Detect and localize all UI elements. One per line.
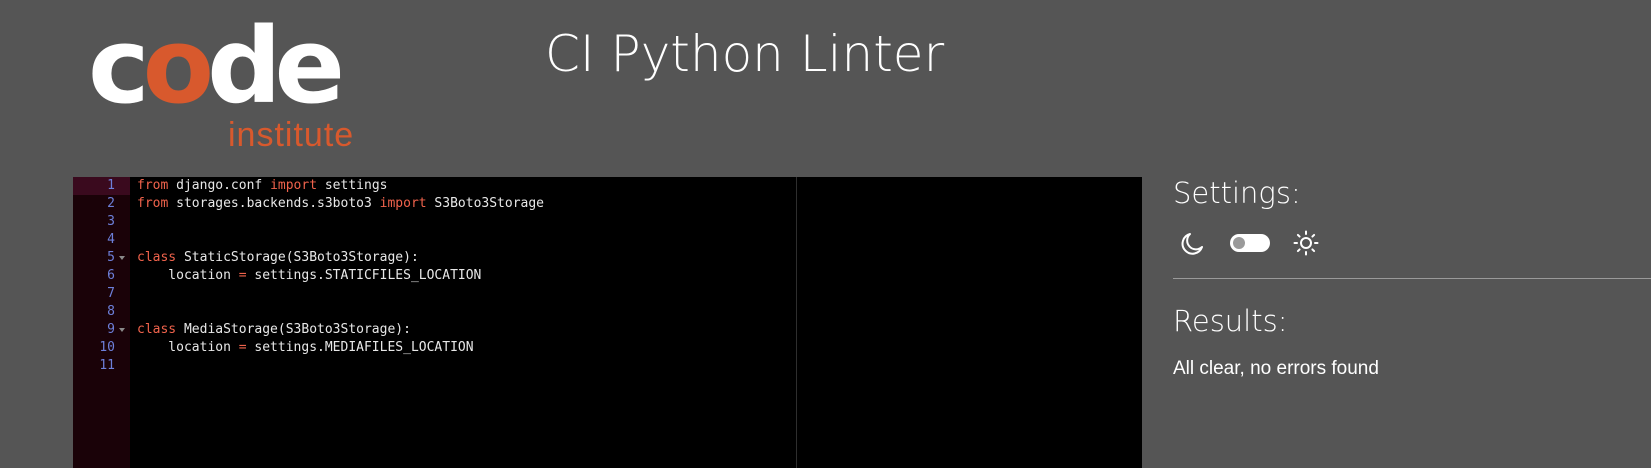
line-number: 8 — [107, 304, 115, 319]
text-token: settings — [317, 178, 388, 193]
code-lines[interactable]: 1 from django.conf import settings 2 from s… — [73, 177, 1142, 375]
text-token: settings.MEDIAFILES_LOCATION — [246, 340, 474, 355]
operator-token: = — [238, 340, 247, 355]
code-institute-logo: code institute — [88, 14, 368, 154]
text-token: location — [137, 340, 239, 355]
results-title: Results: — [1173, 304, 1288, 338]
text-token: location — [137, 268, 239, 283]
code-line[interactable]: 2 from storages.backends.s3boto3 import S… — [73, 195, 1142, 213]
fold-arrow-icon[interactable] — [119, 256, 125, 260]
line-number: 4 — [107, 232, 115, 247]
logo-word-accent: o — [142, 5, 215, 127]
code-line[interactable]: 6 location = settings.STATICFILES_LOCATI… — [73, 267, 1142, 285]
moon-icon — [1181, 233, 1203, 255]
line-number: 2 — [107, 196, 115, 211]
code-line[interactable]: 4 — [73, 231, 1142, 249]
line-number: 6 — [107, 268, 115, 283]
logo-word-end: de — [207, 5, 345, 127]
text-token: S3Boto3Storage — [426, 196, 545, 211]
code-line[interactable]: 5 class StaticStorage(S3Boto3Storage): — [73, 249, 1142, 267]
keyword-token: class — [137, 322, 177, 337]
text-token: settings.STATICFILES_LOCATION — [246, 268, 482, 283]
keyword-token: from — [137, 178, 169, 193]
text-token: MediaStorage(S3Boto3Storage): — [176, 322, 411, 337]
section-divider — [1173, 278, 1651, 279]
code-line[interactable]: 11 — [73, 357, 1142, 375]
code-line[interactable]: 8 — [73, 303, 1142, 321]
line-number: 11 — [99, 358, 115, 373]
line-number: 10 — [99, 340, 115, 355]
keyword-token: class — [137, 250, 177, 265]
theme-toggle[interactable] — [1230, 234, 1270, 252]
settings-title: Settings: — [1173, 176, 1301, 210]
line-code: location = settings.STATICFILES_LOCATION — [137, 267, 481, 285]
code-editor[interactable]: 1 from django.conf import settings 2 from s… — [73, 177, 1142, 468]
line-code: from storages.backends.s3boto3 import S3… — [137, 195, 544, 213]
code-line[interactable]: 7 — [73, 285, 1142, 303]
logo-subtitle: institute — [228, 116, 355, 154]
logo-wordmark: code — [88, 14, 345, 118]
sun-icon — [1293, 230, 1319, 256]
fold-arrow-icon[interactable] — [119, 328, 125, 332]
line-number: 3 — [107, 214, 115, 229]
line-code: class StaticStorage(S3Boto3Storage): — [137, 249, 419, 267]
line-code: class MediaStorage(S3Boto3Storage): — [137, 321, 411, 339]
line-code: from django.conf import settings — [137, 177, 387, 195]
code-line[interactable]: 9 class MediaStorage(S3Boto3Storage): — [73, 321, 1142, 339]
keyword-token: import — [270, 178, 318, 193]
code-line[interactable]: 3 — [73, 213, 1142, 231]
operator-token: = — [238, 268, 247, 283]
settings-results-panel: Settings: Results: All clear, no errors … — [1173, 177, 1651, 468]
keyword-token: from — [137, 196, 169, 211]
text-token: django.conf — [168, 178, 271, 193]
code-line[interactable]: 10 location = settings.MEDIAFILES_LOCATI… — [73, 339, 1142, 357]
toggle-knob — [1233, 237, 1245, 249]
page-title: CI Python Linter — [545, 25, 945, 83]
text-token: storages.backends.s3boto3 — [168, 196, 380, 211]
line-number: 7 — [107, 286, 115, 301]
results-message: All clear, no errors found — [1173, 358, 1379, 379]
line-number: 1 — [73, 177, 130, 195]
logo-word-start: c — [88, 5, 150, 127]
text-token: StaticStorage(S3Boto3Storage): — [176, 250, 419, 265]
keyword-token: import — [379, 196, 427, 211]
theme-switch-row — [1179, 227, 1329, 259]
code-line[interactable]: 1 from django.conf import settings — [73, 177, 1142, 195]
line-code: location = settings.MEDIAFILES_LOCATION — [137, 339, 474, 357]
